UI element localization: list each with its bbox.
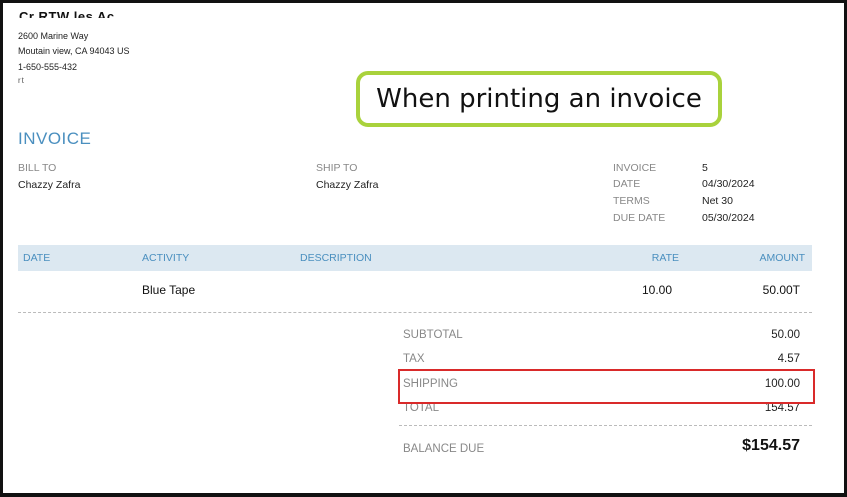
bill-to-value: Chazzy Zafra — [18, 179, 81, 191]
column-header-date: DATE — [23, 252, 51, 264]
divider — [18, 312, 812, 313]
ship-to-value: Chazzy Zafra — [316, 179, 379, 191]
invoice-date-value: 04/30/2024 — [702, 178, 755, 190]
shipping-highlight-box — [398, 369, 815, 404]
column-header-description: DESCRIPTION — [300, 252, 372, 264]
terms-label: TERMS — [613, 195, 650, 207]
invoice-number-value: 5 — [702, 162, 708, 174]
company-phone: 1-650-555-432 — [18, 62, 78, 72]
company-address-line2: Moutain view, CA 94043 US — [18, 46, 130, 56]
line-item-activity: Blue Tape — [142, 283, 196, 297]
company-email: rt — [18, 76, 25, 84]
due-date-value: 05/30/2024 — [702, 212, 755, 224]
due-date-label: DUE DATE — [613, 212, 666, 224]
company-name: Cr RTW les Ac — [19, 9, 115, 18]
column-header-activity: ACTIVITY — [142, 252, 190, 264]
divider — [399, 425, 812, 426]
invoice-title: INVOICE — [18, 129, 92, 148]
invoice-date-label: DATE — [613, 178, 641, 190]
column-header-amount: AMOUNT — [759, 252, 806, 264]
tax-label: TAX — [403, 353, 425, 365]
invoice-number-label: INVOICE — [613, 162, 657, 174]
callout-text: When printing an invoice — [376, 84, 702, 114]
terms-value: Net 30 — [702, 195, 733, 207]
subtotal-label: SUBTOTAL — [403, 329, 463, 341]
bill-to-label: BILL TO — [18, 162, 57, 174]
ship-to-label: SHIP TO — [316, 162, 358, 174]
line-item-rate: 10.00 — [641, 283, 672, 297]
line-item-amount: 50.00T — [762, 283, 800, 297]
invoice-screenshot: Cr RTW les Ac 2600 Marine Way Moutain vi… — [0, 0, 847, 497]
balance-due-value: $154.57 — [742, 437, 800, 454]
balance-due-label: BALANCE DUE — [403, 443, 485, 455]
tax-value: 4.57 — [777, 353, 800, 364]
subtotal-value: 50.00 — [771, 329, 800, 341]
company-address-line1: 2600 Marine Way — [18, 31, 89, 41]
column-header-rate: RATE — [651, 252, 679, 264]
callout-box: When printing an invoice — [356, 71, 722, 127]
table-header: DATE ACTIVITY DESCRIPTION RATE AMOUNT — [18, 245, 812, 271]
